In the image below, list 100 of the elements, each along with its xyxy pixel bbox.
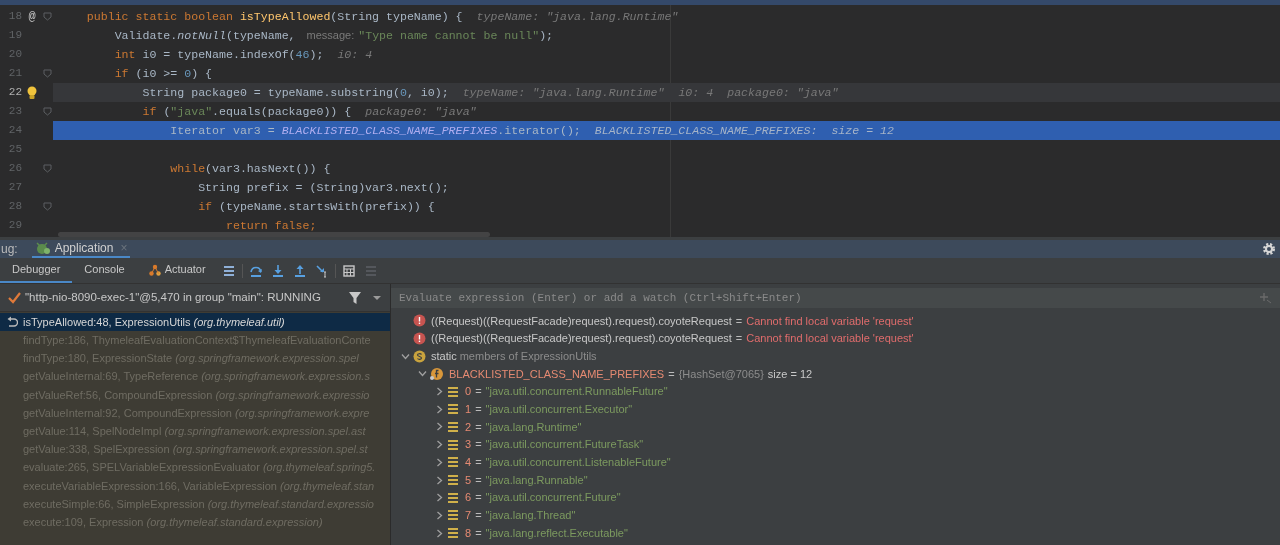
horizontal-scrollbar[interactable] xyxy=(58,232,490,237)
error-message: Cannot find local variable 'request' xyxy=(746,313,914,329)
list-icon xyxy=(447,509,459,522)
equals-sign: = xyxy=(475,419,482,435)
line-number: 18 xyxy=(7,9,22,25)
code-text: isTypeAllowed xyxy=(239,8,331,25)
code-text: (typeName.startsWith(prefix)) { xyxy=(219,198,435,215)
equals-sign: = xyxy=(668,366,675,382)
code-text: ) { xyxy=(191,65,213,82)
equals-sign: = xyxy=(475,490,482,506)
code-text: "java" xyxy=(170,103,213,120)
code-text: if xyxy=(113,65,130,82)
field-size: size = 12 xyxy=(767,366,813,382)
equals-sign: = xyxy=(475,472,482,488)
thread-selector[interactable]: "http-nio-8090-exec-1"@5,470 in group "main": RUNNING xyxy=(25,288,344,307)
element-value: "java.util.concurrent.ListenableFuture" xyxy=(485,455,671,471)
parameter-hint: message: xyxy=(306,28,355,44)
code-text: notNull xyxy=(177,27,226,44)
code-text: if xyxy=(197,198,214,215)
watch-expression: ((Request)((RequestFacade)request).request).coyoteRequest xyxy=(431,313,732,329)
element-index: 1 xyxy=(465,402,472,418)
line-number: 19 xyxy=(7,28,22,44)
tab[interactable]: Actuator xyxy=(136,258,218,283)
element-index: 4 xyxy=(465,455,472,471)
list-icon xyxy=(447,438,459,451)
code-text: .equals(package0)) { xyxy=(212,103,352,120)
line-number: 22 xyxy=(7,85,22,101)
inline-hint: BLACKLISTED_CLASS_NAME_PREFIXES: size = 12 xyxy=(594,122,894,139)
static-keyword: static xyxy=(431,348,457,364)
element-value: "java.lang.Runtime" xyxy=(485,419,582,435)
code-text: String prefix = (String)var3.next(); xyxy=(197,179,449,196)
close-icon[interactable]: × xyxy=(120,239,128,257)
element-index: 8 xyxy=(465,525,472,541)
tab[interactable]: Console xyxy=(72,258,137,283)
list-icon xyxy=(447,403,459,416)
code-text: int xyxy=(113,46,137,63)
inline-hint: i0: 4 xyxy=(678,84,714,101)
element-value: "java.util.concurrent.FutureTask" xyxy=(485,437,644,453)
element-index: 2 xyxy=(465,419,472,435)
calculator-icon xyxy=(341,263,356,278)
evaluate-field[interactable]: Evaluate expression (Enter) or add a watch (Ctrl+Shift+Enter) xyxy=(391,288,1280,308)
code-text: , i0); xyxy=(406,84,449,101)
gutter-marker[interactable]: @ xyxy=(28,7,36,26)
code-text: "Type name cannot be null" xyxy=(358,27,540,44)
element-value: "java.util.concurrent.Executor" xyxy=(485,402,633,418)
return-arrow-icon xyxy=(6,316,18,329)
inline-hint: typeName: "java.lang.Runtime" xyxy=(476,8,679,25)
bug-icon xyxy=(34,241,51,255)
equals-sign: = xyxy=(475,384,482,400)
equals-sign: = xyxy=(475,525,482,541)
session-tab[interactable]: Application × xyxy=(31,240,131,258)
element-index: 0 xyxy=(465,384,472,400)
list-icon xyxy=(447,474,459,487)
list-icon xyxy=(447,420,459,433)
code-text: .iterator(); xyxy=(497,122,581,139)
line-number: 27 xyxy=(7,180,22,196)
element-index: 7 xyxy=(465,508,472,524)
list-icon xyxy=(447,527,459,540)
equals-sign: = xyxy=(735,331,743,347)
error-icon xyxy=(413,314,426,328)
inline-hint: i0: 4 xyxy=(337,46,373,63)
code-text: Validate. xyxy=(113,27,178,44)
list-icon xyxy=(447,456,459,469)
tab[interactable]: Debugger xyxy=(0,258,73,283)
lines-icon xyxy=(363,263,378,278)
inline-hint: package0: "java" xyxy=(727,84,839,101)
code-text: ( xyxy=(163,103,171,120)
list-icon xyxy=(447,385,459,398)
static-icon xyxy=(413,349,426,363)
settings-icon[interactable] xyxy=(1262,242,1276,256)
line-number: 23 xyxy=(7,104,22,120)
element-value: "java.lang.Thread" xyxy=(485,508,576,524)
code-text: public static boolean xyxy=(85,8,234,25)
list-icon xyxy=(447,491,459,504)
code-text: if xyxy=(141,103,158,120)
run-to-cursor-icon xyxy=(314,263,329,278)
code-text: (String typeName) { xyxy=(330,8,463,25)
panel-title: ug: xyxy=(1,241,18,258)
code-text: ); xyxy=(539,27,554,44)
code-text: 46 xyxy=(295,46,310,63)
code-text: i0 = typeName.indexOf( xyxy=(142,46,296,63)
element-value: "java.util.concurrent.Future" xyxy=(485,490,621,506)
layout-icon xyxy=(221,263,236,278)
code-text: (typeName, xyxy=(226,27,297,44)
error-message: Cannot find local variable 'request' xyxy=(746,331,914,347)
equals-sign: = xyxy=(475,437,482,453)
node-label: members of ExpressionUtils xyxy=(459,348,597,364)
equals-sign: = xyxy=(475,402,482,418)
error-icon xyxy=(413,332,426,346)
filter-icon[interactable] xyxy=(348,290,362,305)
field-name: BLACKLISTED_CLASS_NAME_PREFIXES xyxy=(449,366,665,382)
equals-sign: = xyxy=(475,508,482,524)
code-text: BLACKLISTED_CLASS_NAME_PREFIXES xyxy=(281,122,498,139)
code-text: return false; xyxy=(224,217,317,234)
code-text: while xyxy=(169,160,206,177)
lightbulb-icon[interactable] xyxy=(26,85,38,100)
element-index: 6 xyxy=(465,490,472,506)
code-text: 0 xyxy=(399,84,407,101)
step-into-icon xyxy=(270,263,285,278)
check-icon xyxy=(8,291,21,304)
